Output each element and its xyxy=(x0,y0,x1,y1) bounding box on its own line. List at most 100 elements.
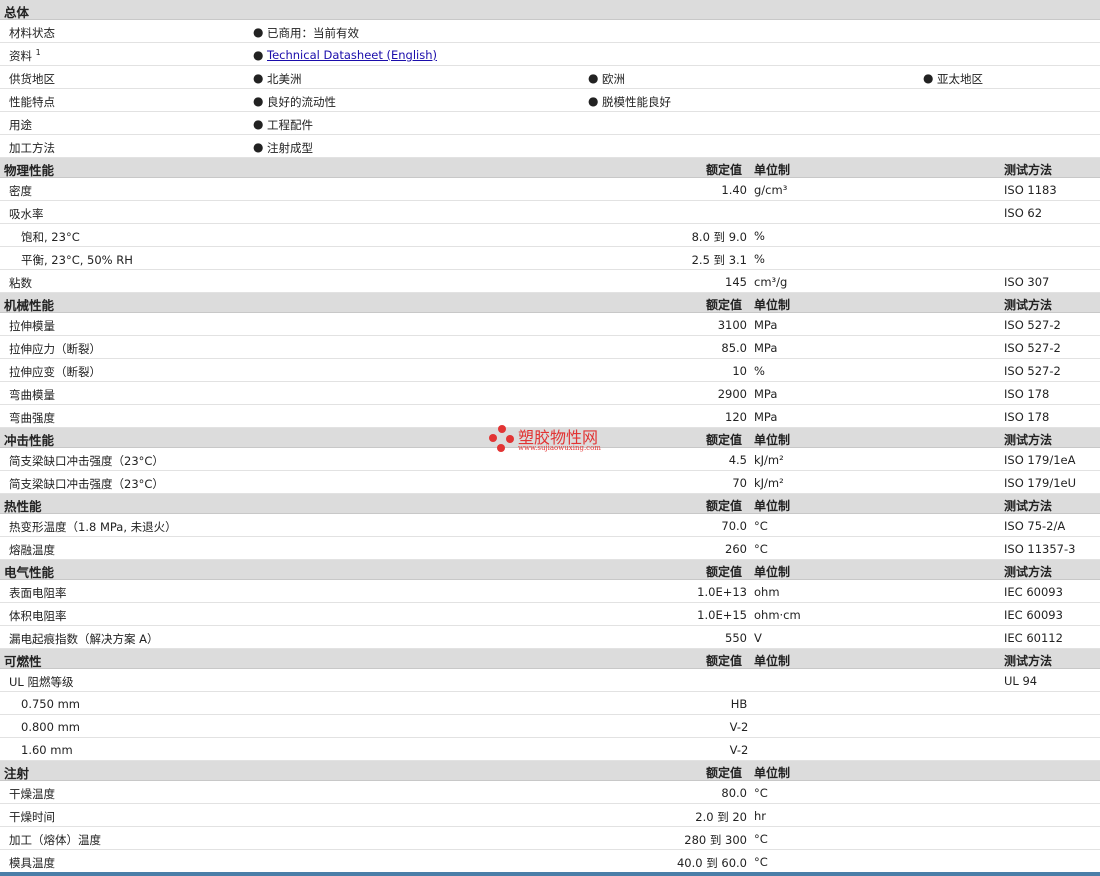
property-row: 漏电起痕指数（解决方案 A） 550 V IEC 60112 xyxy=(0,626,1100,649)
row-documents: 资料 1 ● Technical Datasheet (English) xyxy=(0,43,1100,66)
property-value: 550 xyxy=(725,631,747,645)
property-row: 0.750 mm HB xyxy=(0,692,1100,715)
header-nominal: 额定值 xyxy=(706,163,743,177)
property-row: 平衡, 23°C, 50% RH 2.5 到 3.1 % xyxy=(0,247,1100,270)
property-label: 拉伸应力（断裂） xyxy=(9,342,101,356)
test-method: ISO 527-2 xyxy=(1004,341,1061,355)
header-unit: 单位制 xyxy=(754,565,791,579)
property-unit: MPa xyxy=(754,410,778,424)
test-method: ISO 178 xyxy=(1004,410,1050,424)
property-row: 密度 1.40 g/cm³ ISO 1183 xyxy=(0,178,1100,201)
property-label: 0.800 mm xyxy=(21,720,80,734)
property-row: 干燥时间 2.0 到 20 hr xyxy=(0,804,1100,827)
section-header: 物理性能 额定值 单位制 测试方法 xyxy=(0,158,1100,178)
property-row: 模具温度 40.0 到 60.0 °C xyxy=(0,850,1100,873)
row-label: 资料 1 xyxy=(9,48,41,63)
property-label: 0.750 mm xyxy=(21,697,80,711)
property-label: 加工（熔体）温度 xyxy=(9,833,101,847)
header-method: 测试方法 xyxy=(1004,654,1053,668)
test-method: IEC 60093 xyxy=(1004,608,1063,622)
property-label: 熔融温度 xyxy=(9,543,55,557)
property-label: 热变形温度（1.8 MPa, 未退火） xyxy=(9,520,177,534)
header-unit: 单位制 xyxy=(754,499,791,513)
test-method: ISO 62 xyxy=(1004,206,1043,220)
row-supply: 供货地区 ● 北美洲 ● 欧洲 ● 亚太地区 xyxy=(0,66,1100,89)
property-unit: °C xyxy=(754,855,768,869)
header-nominal: 额定值 xyxy=(706,766,743,780)
property-unit: °C xyxy=(754,542,768,556)
row-label: 用途 xyxy=(9,118,32,132)
property-unit: °C xyxy=(754,786,768,800)
property-unit: V xyxy=(754,631,762,645)
header-unit: 单位制 xyxy=(754,163,791,177)
property-value: 260 xyxy=(725,542,747,556)
property-label: 吸水率 xyxy=(9,207,44,221)
property-label: 干燥时间 xyxy=(9,810,55,824)
property-value: 145 xyxy=(725,275,747,289)
section-general-header: 总体 xyxy=(0,0,1100,20)
section-title: 机械性能 xyxy=(4,298,55,313)
property-unit: kJ/m² xyxy=(754,476,784,490)
test-method: IEC 60112 xyxy=(1004,631,1063,645)
test-method: UL 94 xyxy=(1004,674,1038,688)
property-label: 拉伸模量 xyxy=(9,319,55,333)
section-title: 物理性能 xyxy=(4,163,55,178)
test-method: ISO 527-2 xyxy=(1004,364,1061,378)
header-unit: 单位制 xyxy=(754,766,791,780)
header-method: 测试方法 xyxy=(1004,163,1053,177)
property-row: 1.60 mm V-2 xyxy=(0,738,1100,761)
property-value: HB xyxy=(730,697,748,711)
property-label: 干燥温度 xyxy=(9,787,55,801)
logo-dots-icon xyxy=(489,425,514,452)
section-header: 注射 额定值 单位制 xyxy=(0,761,1100,781)
property-label: 简支梁缺口冲击强度（23°C） xyxy=(9,454,164,468)
property-row: 拉伸应变（断裂） 10 % ISO 527-2 xyxy=(0,359,1100,382)
test-method: ISO 179/1eA xyxy=(1004,453,1076,467)
section-title: 可燃性 xyxy=(4,654,42,669)
property-label: 体积电阻率 xyxy=(9,609,67,623)
property-row: 弯曲模量 2900 MPa ISO 178 xyxy=(0,382,1100,405)
header-method: 测试方法 xyxy=(1004,298,1053,312)
property-unit: kJ/m² xyxy=(754,453,784,467)
row-label: 性能特点 xyxy=(9,95,55,109)
property-row: UL 阻燃等级 UL 94 xyxy=(0,669,1100,692)
header-nominal: 额定值 xyxy=(706,654,743,668)
property-unit: ohm xyxy=(754,585,780,599)
property-unit: % xyxy=(754,364,765,378)
property-row: 吸水率 ISO 62 xyxy=(0,201,1100,224)
property-row: 拉伸模量 3100 MPa ISO 527-2 xyxy=(0,313,1100,336)
property-row: 加工（熔体）温度 280 到 300 °C xyxy=(0,827,1100,850)
property-label: UL 阻燃等级 xyxy=(9,675,74,689)
property-row: 粘数 145 cm³/g ISO 307 xyxy=(0,270,1100,293)
property-unit: % xyxy=(754,252,765,266)
property-value: 2.0 到 20 xyxy=(695,810,747,824)
row-features: 性能特点 ● 良好的流动性 ● 脱模性能良好 xyxy=(0,89,1100,112)
header-nominal: 额定值 xyxy=(706,565,743,579)
property-unit: °C xyxy=(754,832,768,846)
header-method: 测试方法 xyxy=(1004,499,1053,513)
section-title: 冲击性能 xyxy=(4,433,55,448)
property-row: 饱和, 23°C 8.0 到 9.0 % xyxy=(0,224,1100,247)
section-title: 总体 xyxy=(4,5,30,20)
property-value: V-2 xyxy=(729,720,749,734)
property-label: 粘数 xyxy=(9,276,32,290)
property-sections: 物理性能 额定值 单位制 测试方法 密度 1.40 g/cm³ ISO 1183 吸水… xyxy=(0,158,1100,873)
property-label: 饱和, 23°C xyxy=(21,230,80,244)
test-method: IEC 60093 xyxy=(1004,585,1063,599)
property-value: 70.0 xyxy=(721,519,747,533)
property-unit: g/cm³ xyxy=(754,183,788,197)
property-row: 拉伸应力（断裂） 85.0 MPa ISO 527-2 xyxy=(0,336,1100,359)
section-header: 可燃性 额定值 单位制 测试方法 xyxy=(0,649,1100,669)
test-method: ISO 527-2 xyxy=(1004,318,1061,332)
property-row: 0.800 mm V-2 xyxy=(0,715,1100,738)
property-label: 表面电阻率 xyxy=(9,586,67,600)
test-method: ISO 75-2/A xyxy=(1004,519,1066,533)
property-value: 10 xyxy=(732,364,747,378)
row-material-status: 材料状态 ● 已商用：当前有效 xyxy=(0,20,1100,43)
property-row: 简支梁缺口冲击强度（23°C） 70 kJ/m² ISO 179/1eU xyxy=(0,471,1100,494)
test-method: ISO 1183 xyxy=(1004,183,1057,197)
property-unit: cm³/g xyxy=(754,275,788,289)
header-method: 测试方法 xyxy=(1004,565,1053,579)
section-header: 机械性能 额定值 单位制 测试方法 xyxy=(0,293,1100,313)
datasheet-link[interactable]: Technical Datasheet (English) xyxy=(267,48,437,62)
